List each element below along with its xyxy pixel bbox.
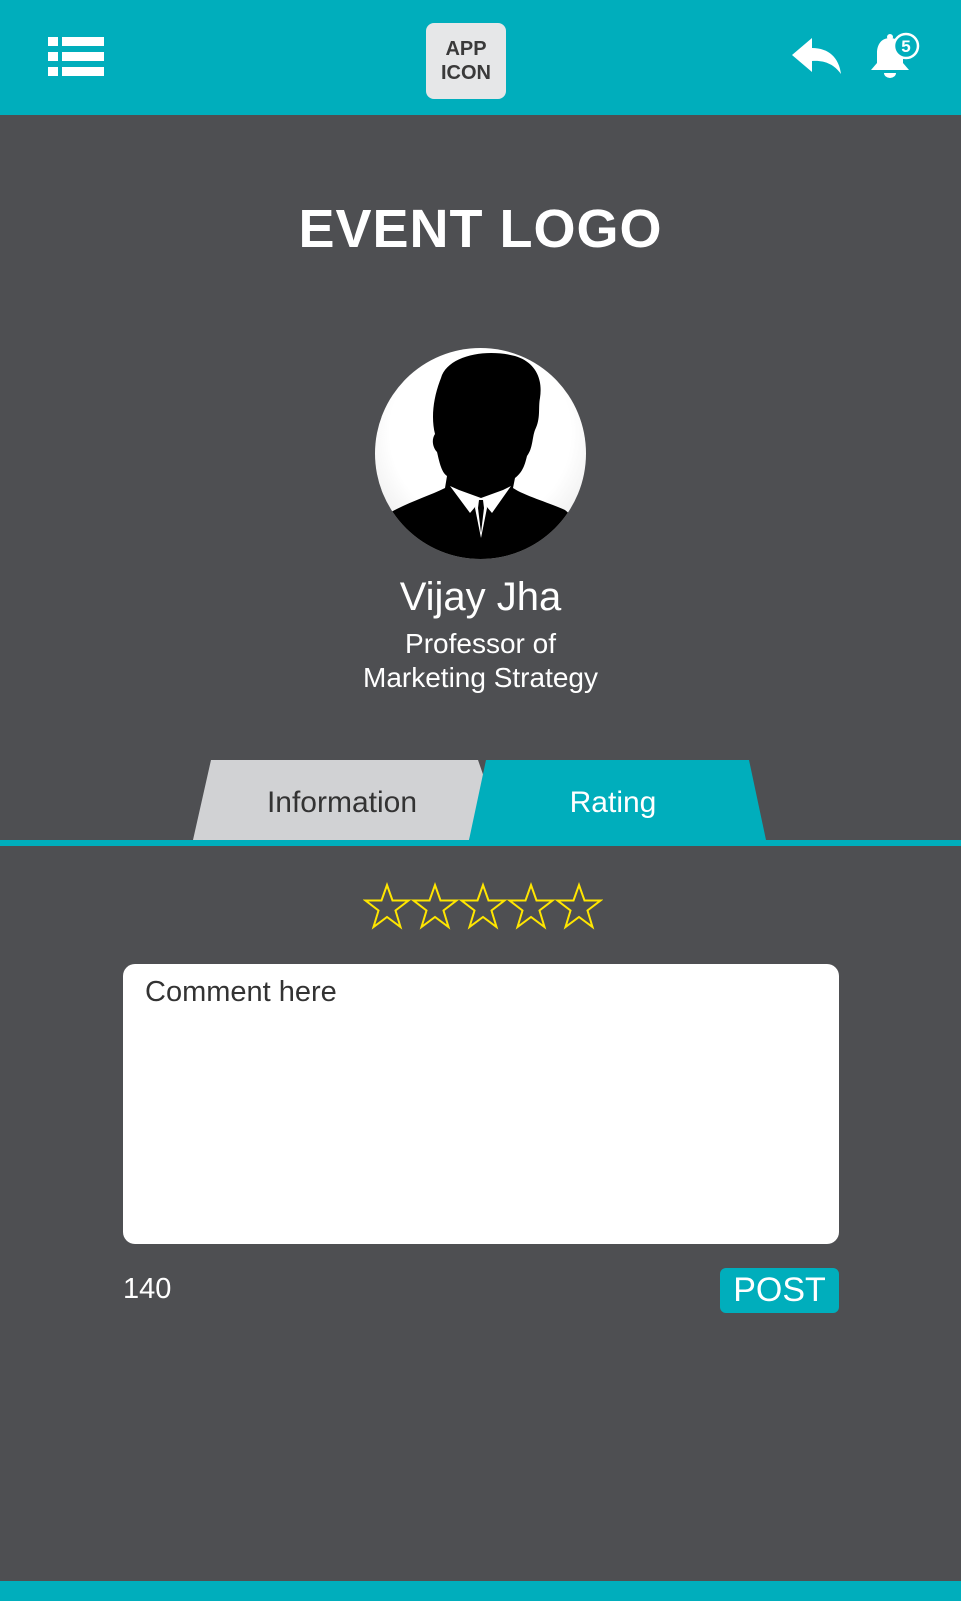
- post-button[interactable]: POST: [720, 1268, 839, 1313]
- character-count: 140: [123, 1273, 172, 1305]
- tab-underline: [0, 840, 961, 846]
- speaker-name: Vijay Jha: [399, 575, 562, 619]
- footer-bar: [0, 1581, 961, 1601]
- speaker-title: Professor of Marketing Strategy: [0, 627, 961, 695]
- reply-icon[interactable]: [792, 36, 842, 76]
- star-icon[interactable]: [363, 882, 411, 932]
- star-rating: [363, 882, 603, 934]
- speaker-title-line2: Marketing Strategy: [363, 662, 598, 693]
- tab-information[interactable]: Information: [222, 786, 462, 820]
- star-icon[interactable]: [507, 882, 555, 932]
- bell-icon[interactable]: 5: [868, 30, 920, 82]
- tab-bar: [0, 760, 961, 846]
- star-icon[interactable]: [555, 882, 603, 932]
- speaker-title-line1: Professor of: [405, 628, 556, 659]
- app-icon-line2: ICON: [441, 62, 491, 84]
- person-silhouette-icon: [375, 352, 586, 559]
- star-icon[interactable]: [459, 882, 507, 932]
- app-icon[interactable]: APP ICON: [426, 23, 506, 99]
- star-icon[interactable]: [411, 882, 459, 932]
- notification-badge-count: 5: [901, 37, 910, 56]
- tab-rating[interactable]: Rating: [493, 786, 733, 820]
- app-icon-line1: APP: [445, 38, 487, 60]
- comment-input[interactable]: [123, 964, 839, 1244]
- event-logo: EVENT LOGO: [298, 199, 663, 259]
- speaker-avatar: [375, 348, 586, 559]
- menu-list-icon[interactable]: [48, 37, 104, 77]
